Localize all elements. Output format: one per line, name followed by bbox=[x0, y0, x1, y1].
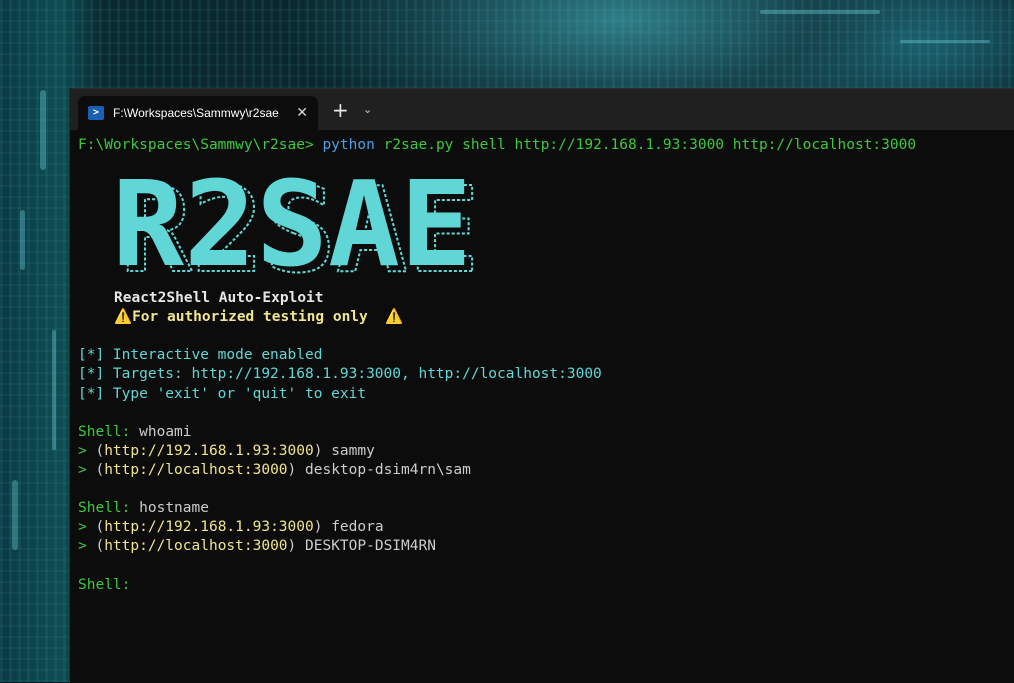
terminal-tab[interactable]: > F:\Workspaces\Sammwy\r2sae ✕ bbox=[78, 96, 318, 130]
subtitle-line: React2Shell Auto-Exploit bbox=[78, 289, 1014, 308]
tab-title: F:\Workspaces\Sammwy\r2sae bbox=[113, 106, 279, 120]
paren-open: ( bbox=[95, 461, 105, 478]
paren-open: ( bbox=[95, 519, 105, 536]
shell-prompt: Shell: bbox=[78, 576, 131, 593]
result-arrow: > bbox=[78, 461, 87, 478]
shell-input-line: Shell: hostname bbox=[78, 499, 1014, 518]
result-output: DESKTOP-DSIM4RN bbox=[305, 538, 436, 555]
result-arrow: > bbox=[78, 538, 87, 555]
result-url: http://localhost:3000 bbox=[104, 461, 288, 478]
warning-icon: ⚠️ bbox=[114, 309, 133, 326]
result-line: > (http://192.168.1.93:3000) fedora bbox=[78, 518, 1014, 537]
prompt-path: F:\Workspaces\Sammwy\r2sae> bbox=[78, 137, 314, 153]
command-line: F:\Workspaces\Sammwy\r2sae> python r2sae… bbox=[78, 136, 1014, 155]
title-bar: > F:\Workspaces\Sammwy\r2sae ✕ + ⌄ bbox=[70, 89, 1014, 130]
warning-line: ⚠️For authorized testing only ⚠️ bbox=[78, 308, 1014, 327]
shell-input: hostname bbox=[139, 500, 209, 517]
new-tab-plus-icon[interactable]: + bbox=[332, 99, 349, 121]
r2sae-logo: R2SAE R2SAE bbox=[112, 155, 1014, 300]
command-args: r2sae.py shell http://192.168.1.93:3000 … bbox=[383, 137, 917, 153]
terminal-output[interactable]: F:\Workspaces\Sammwy\r2sae> python r2sae… bbox=[78, 136, 1014, 683]
result-arrow: > bbox=[78, 442, 87, 459]
wallpaper-streak bbox=[760, 10, 880, 14]
wallpaper-streak bbox=[52, 330, 56, 450]
result-line: > (http://localhost:3000) desktop-dsim4r… bbox=[78, 461, 1014, 480]
result-url: http://192.168.1.93:3000 bbox=[104, 442, 314, 459]
paren-close: ) bbox=[287, 461, 297, 478]
info-line: [*] Interactive mode enabled bbox=[78, 347, 323, 364]
warning-text: For authorized testing only bbox=[132, 309, 368, 326]
shell-input-line: Shell: whoami bbox=[78, 423, 1014, 442]
command-name: python bbox=[322, 137, 375, 153]
warning-icon: ⚠️ bbox=[385, 309, 404, 326]
shell-input-line[interactable]: Shell: bbox=[78, 576, 1014, 595]
result-url: http://localhost:3000 bbox=[104, 538, 288, 555]
logo-text: R2SAE bbox=[112, 177, 472, 283]
result-arrow: > bbox=[78, 519, 87, 536]
shell-input: whoami bbox=[139, 423, 192, 440]
subtitle: React2Shell Auto-Exploit bbox=[114, 290, 324, 307]
chevron-down-icon[interactable]: ⌄ bbox=[363, 102, 372, 118]
logo-art: R2SAE R2SAE bbox=[112, 155, 481, 300]
wallpaper-streak bbox=[900, 40, 990, 43]
result-output: sammy bbox=[331, 442, 375, 459]
wallpaper-streak bbox=[20, 210, 25, 270]
result-line: > (http://192.168.1.93:3000) sammy bbox=[78, 442, 1014, 461]
result-url: http://192.168.1.93:3000 bbox=[104, 519, 314, 536]
shell-prompt: Shell: bbox=[78, 500, 131, 517]
info-line: [*] Type 'exit' or 'quit' to exit bbox=[78, 385, 367, 402]
wallpaper-streak bbox=[40, 90, 46, 170]
info-line: [*] Targets: http://192.168.1.93:3000, h… bbox=[78, 366, 602, 383]
paren-close: ) bbox=[313, 442, 323, 459]
paren-close: ) bbox=[313, 519, 323, 536]
result-output: desktop-dsim4rn\sam bbox=[305, 461, 471, 478]
result-output: fedora bbox=[331, 519, 384, 536]
result-line: > (http://localhost:3000) DESKTOP-DSIM4R… bbox=[78, 537, 1014, 556]
powershell-icon: > bbox=[88, 106, 104, 120]
paren-open: ( bbox=[95, 538, 105, 555]
shell-prompt: Shell: bbox=[78, 423, 131, 440]
paren-close: ) bbox=[287, 538, 297, 555]
wallpaper-streak bbox=[12, 480, 18, 550]
tab-close-icon[interactable]: ✕ bbox=[296, 105, 308, 121]
paren-open: ( bbox=[95, 442, 105, 459]
terminal-window[interactable]: > F:\Workspaces\Sammwy\r2sae ✕ + ⌄ F:\Wo… bbox=[69, 88, 1014, 683]
